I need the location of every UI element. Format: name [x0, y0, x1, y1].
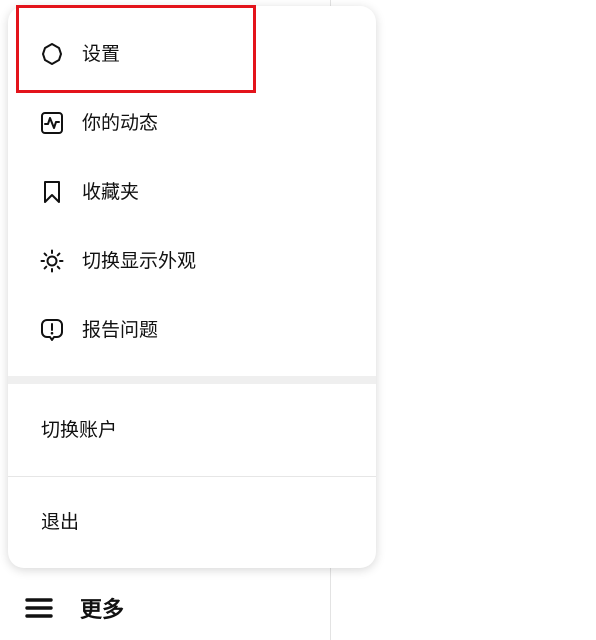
divider	[8, 476, 376, 477]
logout-button[interactable]: 退出	[8, 492, 376, 552]
menu-item-label: 收藏夹	[82, 181, 140, 203]
more-label: 更多	[80, 598, 125, 623]
menu-item-settings[interactable]: 设置	[8, 27, 376, 81]
more-button[interactable]: 更多	[24, 588, 124, 628]
menu-item-report-problem[interactable]: 报告问题	[8, 303, 376, 357]
section-separator	[8, 376, 376, 384]
menu-item-your-activity[interactable]: 你的动态	[8, 96, 376, 150]
gear-icon	[40, 42, 64, 66]
logout-label: 退出	[41, 511, 80, 533]
menu-item-label: 设置	[82, 43, 121, 65]
hamburger-menu-icon	[24, 593, 54, 623]
menu-item-label: 你的动态	[82, 112, 159, 134]
report-icon	[40, 318, 64, 342]
menu-item-label: 报告问题	[82, 319, 159, 341]
sun-icon	[40, 249, 64, 273]
bookmark-icon	[40, 180, 64, 204]
switch-account-label: 切换账户	[41, 419, 118, 441]
menu-item-saved[interactable]: 收藏夹	[8, 165, 376, 219]
activity-icon	[40, 111, 64, 135]
page: 设置 你的动态 收藏夹 切换显示外观 报告问题 切换账户 退出 更多	[0, 0, 596, 640]
switch-account-button[interactable]: 切换账户	[8, 400, 376, 460]
menu-item-label: 切换显示外观	[82, 250, 197, 272]
more-menu-popup: 设置 你的动态 收藏夹 切换显示外观 报告问题 切换账户 退出	[8, 6, 376, 568]
menu-item-switch-appearance[interactable]: 切换显示外观	[8, 234, 376, 288]
